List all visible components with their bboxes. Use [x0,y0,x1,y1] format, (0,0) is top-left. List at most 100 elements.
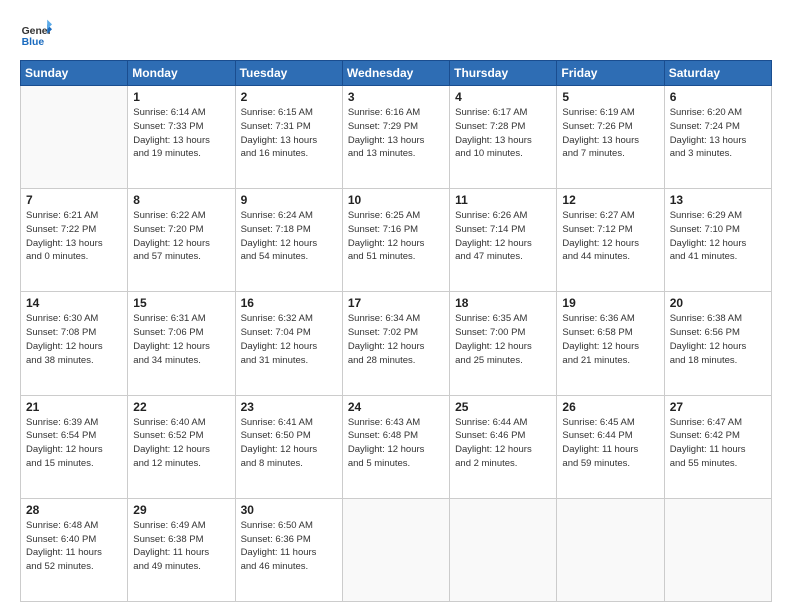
day-info-line: Sunset: 6:52 PM [133,429,229,443]
day-number: 24 [348,400,444,414]
day-info-line: Sunset: 7:20 PM [133,223,229,237]
day-info-line: and 44 minutes. [562,250,658,264]
day-number: 4 [455,90,551,104]
day-number: 25 [455,400,551,414]
day-info-line: Daylight: 11 hours [133,546,229,560]
day-info: Sunrise: 6:38 AMSunset: 6:56 PMDaylight:… [670,312,766,367]
weekday-header-row: SundayMondayTuesdayWednesdayThursdayFrid… [21,61,772,86]
day-info-line: Daylight: 11 hours [670,443,766,457]
day-info-line: Daylight: 12 hours [26,443,122,457]
day-info-line: Daylight: 12 hours [455,443,551,457]
day-info-line: and 10 minutes. [455,147,551,161]
day-info-line: and 46 minutes. [241,560,337,574]
calendar-cell: 1Sunrise: 6:14 AMSunset: 7:33 PMDaylight… [128,86,235,189]
day-info: Sunrise: 6:15 AMSunset: 7:31 PMDaylight:… [241,106,337,161]
day-number: 30 [241,503,337,517]
day-info-line: and 52 minutes. [26,560,122,574]
day-info-line: Sunset: 7:06 PM [133,326,229,340]
day-info-line: Daylight: 13 hours [241,134,337,148]
weekday-header-wednesday: Wednesday [342,61,449,86]
day-info-line: Daylight: 11 hours [241,546,337,560]
day-info: Sunrise: 6:21 AMSunset: 7:22 PMDaylight:… [26,209,122,264]
day-number: 22 [133,400,229,414]
day-number: 23 [241,400,337,414]
day-number: 19 [562,296,658,310]
day-info-line: Daylight: 13 hours [670,134,766,148]
week-row-2: 7Sunrise: 6:21 AMSunset: 7:22 PMDaylight… [21,189,772,292]
day-info-line: Daylight: 13 hours [348,134,444,148]
day-info-line: Sunrise: 6:41 AM [241,416,337,430]
day-info-line: Daylight: 12 hours [455,237,551,251]
calendar-cell: 20 Sunrise: 6:38 AMSunset: 6:56 PMDayligh… [664,292,771,395]
day-info-line: Sunset: 6:42 PM [670,429,766,443]
day-info-line: Sunrise: 6:29 AM [670,209,766,223]
day-number: 15 [133,296,229,310]
day-info-line: and 5 minutes. [348,457,444,471]
day-number: 18 [455,296,551,310]
day-info-line: Daylight: 12 hours [241,340,337,354]
calendar-cell: 23Sunrise: 6:41 AMSunset: 6:50 PMDayligh… [235,395,342,498]
day-info-line: and 12 minutes. [133,457,229,471]
day-info-line: and 0 minutes. [26,250,122,264]
day-info-line: and 15 minutes. [26,457,122,471]
day-info-line: Sunset: 6:36 PM [241,533,337,547]
day-info-line: Sunset: 7:33 PM [133,120,229,134]
day-info: Sunrise: 6:26 AMSunset: 7:14 PMDaylight:… [455,209,551,264]
day-info-line: Daylight: 12 hours [670,340,766,354]
day-info-line: Sunrise: 6:21 AM [26,209,122,223]
day-info: Sunrise: 6:40 AMSunset: 6:52 PMDaylight:… [133,416,229,471]
day-info: Sunrise: 6:45 AMSunset: 6:44 PMDaylight:… [562,416,658,471]
day-info-line: Sunrise: 6:43 AM [348,416,444,430]
day-info-line: Sunset: 6:38 PM [133,533,229,547]
day-number: 20 [670,296,766,310]
day-info: Sunrise: 6:44 AMSunset: 6:46 PMDaylight:… [455,416,551,471]
calendar-cell [342,498,449,601]
day-info-line: and 54 minutes. [241,250,337,264]
day-info-line: Sunset: 7:28 PM [455,120,551,134]
day-info-line: Daylight: 12 hours [348,443,444,457]
day-info: Sunrise: 6:47 AMSunset: 6:42 PMDaylight:… [670,416,766,471]
day-info-line: Sunrise: 6:40 AM [133,416,229,430]
day-info-line: Sunrise: 6:25 AM [348,209,444,223]
day-info-line: Daylight: 12 hours [241,237,337,251]
day-info-line: and 59 minutes. [562,457,658,471]
day-info-line: Sunrise: 6:49 AM [133,519,229,533]
day-info-line: Daylight: 12 hours [348,340,444,354]
day-info: Sunrise: 6:17 AMSunset: 7:28 PMDaylight:… [455,106,551,161]
weekday-header-thursday: Thursday [450,61,557,86]
calendar-cell: 13Sunrise: 6:29 AMSunset: 7:10 PMDayligh… [664,189,771,292]
calendar-cell: 9Sunrise: 6:24 AMSunset: 7:18 PMDaylight… [235,189,342,292]
day-number: 27 [670,400,766,414]
day-number: 1 [133,90,229,104]
calendar-cell: 6Sunrise: 6:20 AMSunset: 7:24 PMDaylight… [664,86,771,189]
day-info-line: Sunset: 6:44 PM [562,429,658,443]
day-info-line: Sunrise: 6:48 AM [26,519,122,533]
calendar-cell: 15Sunrise: 6:31 AMSunset: 7:06 PMDayligh… [128,292,235,395]
day-info-line: Sunset: 7:29 PM [348,120,444,134]
day-info-line: Sunrise: 6:32 AM [241,312,337,326]
day-number: 8 [133,193,229,207]
day-info-line: and 16 minutes. [241,147,337,161]
day-number: 12 [562,193,658,207]
day-info-line: Sunset: 7:16 PM [348,223,444,237]
calendar-cell: 4 Sunrise: 6:17 AMSunset: 7:28 PMDaylight… [450,86,557,189]
day-number: 29 [133,503,229,517]
day-info-line: Sunrise: 6:30 AM [26,312,122,326]
calendar-cell: 21Sunrise: 6:39 AMSunset: 6:54 PMDayligh… [21,395,128,498]
calendar-cell: 11Sunrise: 6:26 AMSunset: 7:14 PMDayligh… [450,189,557,292]
day-info-line: and 47 minutes. [455,250,551,264]
calendar-cell: 5Sunrise: 6:19 AMSunset: 7:26 PMDaylight… [557,86,664,189]
calendar-cell: 24Sunrise: 6:43 AMSunset: 6:48 PMDayligh… [342,395,449,498]
day-number: 13 [670,193,766,207]
calendar-cell: 12Sunrise: 6:27 AMSunset: 7:12 PMDayligh… [557,189,664,292]
day-info: Sunrise: 6:20 AMSunset: 7:24 PMDaylight:… [670,106,766,161]
day-info: Sunrise: 6:35 AMSunset: 7:00 PMDaylight:… [455,312,551,367]
day-number: 16 [241,296,337,310]
day-info-line: and 21 minutes. [562,354,658,368]
day-info-line: Sunrise: 6:34 AM [348,312,444,326]
day-info-line: Sunrise: 6:50 AM [241,519,337,533]
calendar-cell [557,498,664,601]
svg-text:Blue: Blue [22,37,45,48]
day-info-line: Sunrise: 6:38 AM [670,312,766,326]
calendar-cell: 25 Sunrise: 6:44 AMSunset: 6:46 PMDayligh… [450,395,557,498]
